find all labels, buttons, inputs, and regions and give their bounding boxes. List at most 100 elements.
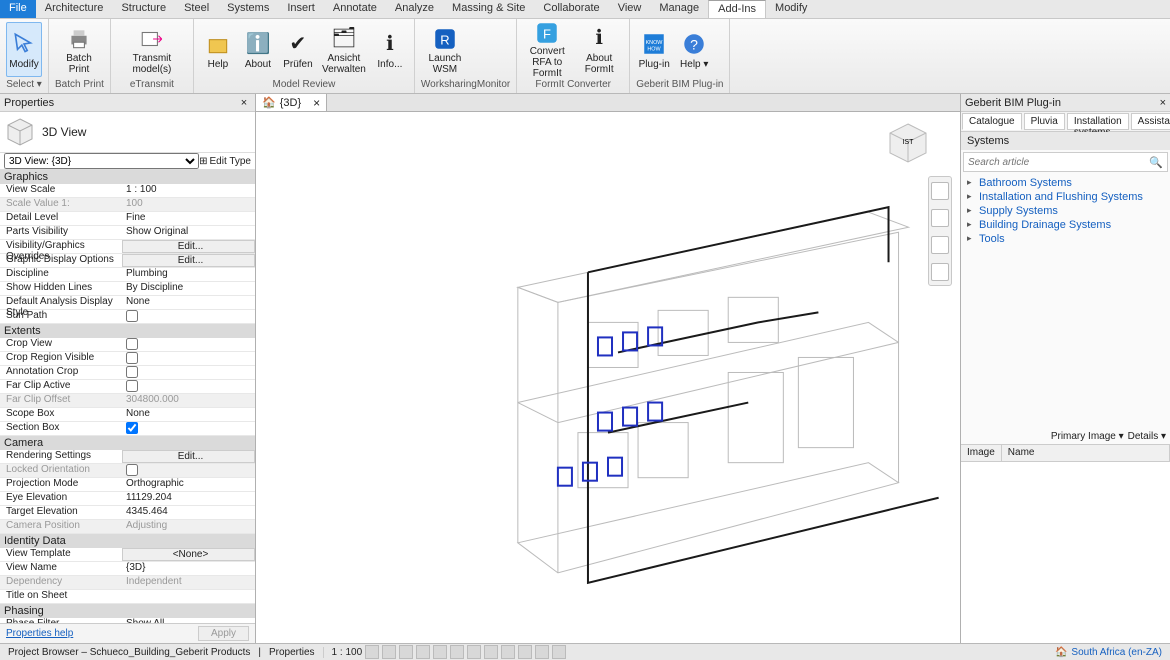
- tree-drainage[interactable]: Building Drainage Systems: [967, 218, 1164, 232]
- batch-print-button[interactable]: Batch Print: [55, 22, 103, 77]
- rtab-catalogue[interactable]: Catalogue: [962, 113, 1022, 130]
- prop-checkbox[interactable]: [126, 310, 138, 322]
- rtab-assistants[interactable]: Assistants: [1131, 113, 1170, 130]
- convert-rfa-button[interactable]: FConvert RFA to FormIt: [523, 22, 571, 77]
- prop-value[interactable]: 11129.204: [122, 492, 255, 505]
- status-icon-10[interactable]: [518, 645, 532, 659]
- status-icon-2[interactable]: [382, 645, 396, 659]
- nav-wheel-icon[interactable]: [931, 263, 949, 281]
- prop-value[interactable]: Edit...: [122, 450, 255, 463]
- status-tab-browser[interactable]: Project Browser – Schueco_Building_Geber…: [4, 647, 254, 658]
- geberit-close-icon[interactable]: ×: [1160, 97, 1166, 109]
- col-image[interactable]: Image: [961, 445, 1002, 461]
- prop-value[interactable]: Adjusting: [122, 520, 255, 533]
- tab-view[interactable]: View: [609, 0, 651, 18]
- prop-value[interactable]: Show Original: [122, 226, 255, 239]
- view-tab-close-icon[interactable]: ×: [313, 96, 320, 110]
- tab-file[interactable]: File: [0, 0, 36, 18]
- about-button[interactable]: ℹ️About: [240, 22, 276, 77]
- rtab-installation[interactable]: Installation systems: [1067, 113, 1129, 130]
- prop-value[interactable]: None: [122, 408, 255, 421]
- status-icon-11[interactable]: [535, 645, 549, 659]
- search-icon[interactable]: 🔍: [1149, 156, 1163, 169]
- tree-tools[interactable]: Tools: [967, 232, 1164, 246]
- pruefen-button[interactable]: ✔Prüfen: [280, 22, 316, 77]
- prop-checkbox[interactable]: [126, 338, 138, 350]
- edit-type-button[interactable]: ⊞Edit Type: [199, 156, 251, 167]
- nav-orbit-icon[interactable]: [931, 236, 949, 254]
- prop-checkbox[interactable]: [126, 380, 138, 392]
- prop-value[interactable]: 304800.000: [122, 394, 255, 407]
- prop-checkbox[interactable]: [126, 352, 138, 364]
- prop-value[interactable]: [122, 366, 255, 379]
- help-button[interactable]: Help: [200, 22, 236, 77]
- verwalten-button[interactable]: 🗂Ansicht Verwalten: [320, 22, 368, 77]
- prop-checkbox[interactable]: [126, 422, 138, 434]
- primary-image-link[interactable]: Primary Image ▾: [1051, 431, 1124, 442]
- model-canvas[interactable]: IST: [256, 112, 960, 643]
- details-link[interactable]: Details ▾: [1128, 431, 1166, 442]
- tab-steel[interactable]: Steel: [175, 0, 218, 18]
- status-icon-9[interactable]: [501, 645, 515, 659]
- status-icon-3[interactable]: [399, 645, 413, 659]
- view-selector[interactable]: 3D View: {3D}: [4, 153, 199, 169]
- status-scale[interactable]: 1 : 100: [332, 647, 363, 658]
- properties-close-icon[interactable]: ×: [237, 97, 251, 109]
- prop-value[interactable]: Plumbing: [122, 268, 255, 281]
- navigation-bar[interactable]: [928, 176, 952, 286]
- tree-install-flush[interactable]: Installation and Flushing Systems: [967, 190, 1164, 204]
- tab-manage[interactable]: Manage: [650, 0, 708, 18]
- nav-zoom-icon[interactable]: [931, 209, 949, 227]
- prop-value[interactable]: By Discipline: [122, 282, 255, 295]
- tab-massing-site[interactable]: Massing & Site: [443, 0, 534, 18]
- region-label[interactable]: South Africa (en-ZA): [1071, 647, 1162, 658]
- prop-value[interactable]: [122, 352, 255, 365]
- tab-insert[interactable]: Insert: [278, 0, 324, 18]
- prop-value[interactable]: {3D}: [122, 562, 255, 575]
- rtab-pluvia[interactable]: Pluvia: [1024, 113, 1065, 130]
- prop-value[interactable]: [122, 380, 255, 393]
- view-cube[interactable]: IST: [884, 120, 932, 168]
- prop-value[interactable]: Fine: [122, 212, 255, 225]
- modify-button[interactable]: Modify: [6, 22, 42, 77]
- transmit-models-button[interactable]: Transmit model(s): [117, 22, 187, 77]
- about-formit-button[interactable]: ℹAbout FormIt: [575, 22, 623, 77]
- tab-collaborate[interactable]: Collaborate: [534, 0, 608, 18]
- prop-value[interactable]: Independent: [122, 576, 255, 589]
- col-name[interactable]: Name: [1002, 445, 1170, 461]
- tab-add-ins[interactable]: Add-Ins: [708, 0, 766, 18]
- search-input[interactable]: [968, 157, 1149, 168]
- geberit-help-button[interactable]: ?Help ▾: [676, 22, 712, 77]
- prop-value[interactable]: [122, 338, 255, 351]
- prop-value[interactable]: [122, 422, 255, 435]
- nav-pan-icon[interactable]: [931, 182, 949, 200]
- prop-checkbox[interactable]: [126, 464, 138, 476]
- view-tab[interactable]: 🏠 {3D} ×: [256, 94, 327, 111]
- prop-value[interactable]: Orthographic: [122, 478, 255, 491]
- status-icon-4[interactable]: [416, 645, 430, 659]
- tree-bathroom[interactable]: Bathroom Systems: [967, 176, 1164, 190]
- status-icon-12[interactable]: [552, 645, 566, 659]
- status-icon-5[interactable]: [433, 645, 447, 659]
- prop-value[interactable]: [122, 590, 255, 603]
- info-button[interactable]: ℹInfo...: [372, 22, 408, 77]
- prop-value[interactable]: None: [122, 296, 255, 309]
- prop-checkbox[interactable]: [126, 366, 138, 378]
- launch-wsm-button[interactable]: R Launch WSM: [421, 22, 469, 77]
- tab-systems[interactable]: Systems: [218, 0, 278, 18]
- tab-annotate[interactable]: Annotate: [324, 0, 386, 18]
- tab-structure[interactable]: Structure: [112, 0, 175, 18]
- tab-architecture[interactable]: Architecture: [36, 0, 113, 18]
- status-icon-8[interactable]: [484, 645, 498, 659]
- prop-value[interactable]: [122, 464, 255, 477]
- prop-value[interactable]: 4345.464: [122, 506, 255, 519]
- geberit-plugin-button[interactable]: KNOWHOWPlug-in: [636, 22, 672, 77]
- prop-value[interactable]: 1 : 100: [122, 184, 255, 197]
- prop-value[interactable]: Edit...: [122, 254, 255, 267]
- status-icon-7[interactable]: [467, 645, 481, 659]
- prop-value[interactable]: Edit...: [122, 240, 255, 253]
- status-icon-6[interactable]: [450, 645, 464, 659]
- prop-value[interactable]: [122, 310, 255, 323]
- properties-help-link[interactable]: Properties help: [6, 628, 73, 639]
- tab-analyze[interactable]: Analyze: [386, 0, 443, 18]
